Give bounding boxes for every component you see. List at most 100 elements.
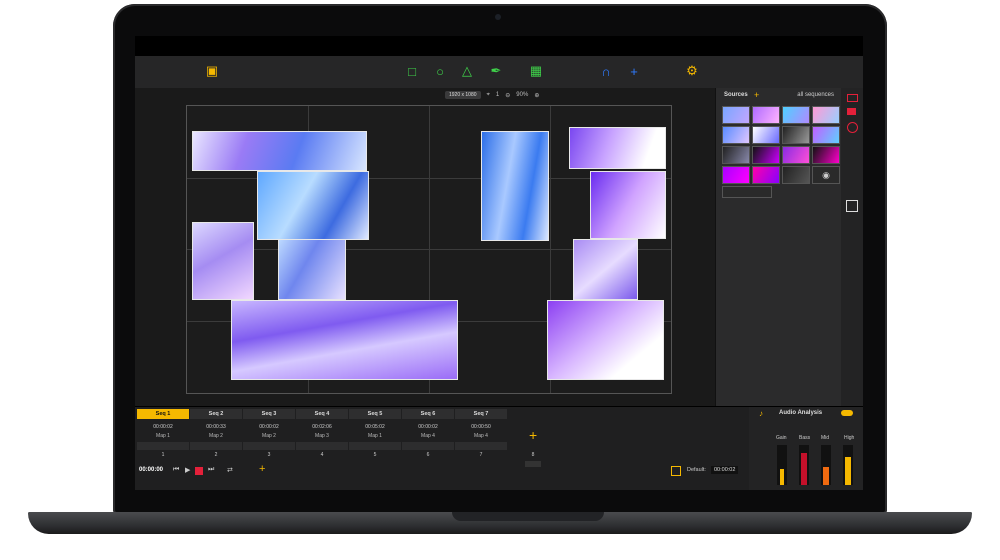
- sequence-map: Map 2: [209, 433, 223, 439]
- source-thumbnail[interactable]: [722, 166, 750, 184]
- video-surface[interactable]: [278, 239, 346, 300]
- menu-bar: [135, 36, 863, 56]
- page-number: 1: [495, 92, 500, 98]
- sequence-number: 7: [479, 452, 483, 458]
- bass-meter: [799, 445, 809, 485]
- video-surface[interactable]: [231, 300, 458, 380]
- sequence-number: 3: [267, 452, 271, 458]
- default-duration[interactable]: 00:00:02: [711, 466, 739, 474]
- video-surface[interactable]: [192, 222, 254, 300]
- sequence-map: Map 4: [474, 433, 488, 439]
- high-meter: [843, 445, 853, 485]
- default-label: Default:: [687, 467, 706, 473]
- laptop-notch: [452, 512, 604, 521]
- sequence-controls[interactable]: [455, 442, 507, 450]
- video-surface[interactable]: [481, 131, 549, 241]
- sequence-controls[interactable]: [243, 442, 295, 450]
- resolution-chip[interactable]: 1920 x 1080: [445, 91, 481, 99]
- source-thumbnail[interactable]: [782, 106, 810, 124]
- audio-toggle[interactable]: [841, 410, 853, 416]
- sequence-map: Map 3: [315, 433, 329, 439]
- toolbar: ▣ □ ○ △ ✒ ▦ ∩ + ⚙: [135, 56, 863, 89]
- fit-icon[interactable]: ⌖: [487, 92, 490, 99]
- record-icon[interactable]: [847, 108, 856, 115]
- source-thumbnail[interactable]: [722, 106, 750, 124]
- source-thumbnail[interactable]: [782, 126, 810, 144]
- magnet-icon[interactable]: ∩: [597, 62, 615, 80]
- sources-filter[interactable]: all sequences: [797, 92, 834, 98]
- output-icon[interactable]: [847, 94, 858, 102]
- sequence-tab[interactable]: Seq 4: [296, 409, 348, 419]
- transport-bar: 00:00:00 ⏮ ▶ ⏭ ⇄ + Default: 00:00:02: [135, 461, 749, 479]
- source-thumbnail[interactable]: [782, 166, 810, 184]
- audio-title: Audio Analysis: [779, 410, 823, 416]
- projector-icon[interactable]: ▣: [203, 62, 221, 80]
- source-thumbnail[interactable]: [812, 126, 840, 144]
- skip-back-icon[interactable]: ⏮: [173, 466, 179, 474]
- settings-gear-icon[interactable]: ⚙: [683, 62, 701, 80]
- source-thumbnail[interactable]: [722, 126, 750, 144]
- triangle-tool-icon[interactable]: △: [458, 62, 476, 80]
- video-surface[interactable]: [590, 171, 666, 239]
- video-surface[interactable]: [192, 131, 367, 171]
- video-surface[interactable]: [257, 171, 369, 240]
- sequence-duration: 00:00:02: [418, 424, 438, 430]
- sequence-number: 2: [214, 452, 218, 458]
- webcam-icon[interactable]: ◉: [812, 166, 840, 184]
- source-thumbnail[interactable]: [752, 146, 780, 164]
- high-label: High: [844, 435, 855, 441]
- rectangle-tool-icon[interactable]: □: [403, 62, 421, 80]
- sequence-tab[interactable]: Seq 3: [243, 409, 295, 419]
- sequence-duration: 00:00:33: [206, 424, 226, 430]
- skip-forward-icon[interactable]: ⏭: [208, 466, 214, 474]
- source-thumbnail[interactable]: [722, 146, 750, 164]
- add-sequence-icon[interactable]: +: [529, 427, 537, 443]
- sequence-map: Map 4: [421, 433, 435, 439]
- zoom-in-icon[interactable]: ⊕: [534, 92, 539, 99]
- source-thumbnail[interactable]: [812, 106, 840, 124]
- sequence-tab[interactable]: Seq 2: [190, 409, 242, 419]
- play-icon[interactable]: ▶: [185, 466, 190, 474]
- mid-label: Mid: [821, 435, 830, 441]
- preview-icon[interactable]: [846, 200, 858, 212]
- source-thumbnail[interactable]: [752, 166, 780, 184]
- sequence-tab[interactable]: Seq 7: [455, 409, 507, 419]
- add-crosshair-icon[interactable]: +: [625, 62, 643, 80]
- add-cue-icon[interactable]: +: [259, 463, 265, 475]
- source-tools[interactable]: [722, 186, 772, 198]
- mapping-stage[interactable]: [186, 105, 672, 394]
- video-surface[interactable]: [573, 239, 638, 300]
- sequence-tab[interactable]: Seq 5: [349, 409, 401, 419]
- collapse-timeline-button[interactable]: [525, 461, 541, 467]
- source-thumbnail[interactable]: [812, 146, 840, 164]
- sequence-duration: 00:00:02: [153, 424, 173, 430]
- pen-tool-icon[interactable]: ✒: [487, 62, 505, 80]
- canvas-header: 1920 x 1080 ⌖ 1 ⊖ 90% ⊕: [445, 90, 539, 100]
- stop-icon[interactable]: [195, 467, 203, 475]
- sequence-number: 6: [426, 452, 430, 458]
- add-source-icon[interactable]: +: [754, 90, 759, 100]
- crop-tool-icon[interactable]: ▦: [527, 62, 545, 80]
- source-thumbnail[interactable]: [752, 126, 780, 144]
- sequence-number: 8: [531, 452, 535, 458]
- video-surface[interactable]: [547, 300, 664, 380]
- sequence-controls[interactable]: [137, 442, 189, 450]
- circle-tool-icon[interactable]: ○: [431, 62, 449, 80]
- sequence-controls[interactable]: [349, 442, 401, 450]
- gain-slider[interactable]: [777, 445, 787, 485]
- sequence-controls[interactable]: [190, 442, 242, 450]
- zoom-out-icon[interactable]: ⊖: [505, 92, 510, 99]
- broadcast-icon[interactable]: [847, 122, 858, 133]
- sequence-tab[interactable]: Seq 6: [402, 409, 454, 419]
- sequence-tab[interactable]: Seq 1: [137, 409, 189, 419]
- sequence-controls[interactable]: [402, 442, 454, 450]
- video-surface[interactable]: [569, 127, 666, 169]
- camera: [495, 14, 501, 20]
- timer-icon[interactable]: [671, 466, 681, 476]
- shuffle-icon[interactable]: ⇄: [227, 466, 233, 474]
- source-thumbnail[interactable]: [752, 106, 780, 124]
- source-thumbnail[interactable]: [782, 146, 810, 164]
- sequence-controls[interactable]: [296, 442, 348, 450]
- timeline-panel: Seq 1 00:00:02 Map 1 1 Seq 2 00:00:33 Map 2 2 Se…: [135, 406, 749, 490]
- sequence-number: 1: [161, 452, 165, 458]
